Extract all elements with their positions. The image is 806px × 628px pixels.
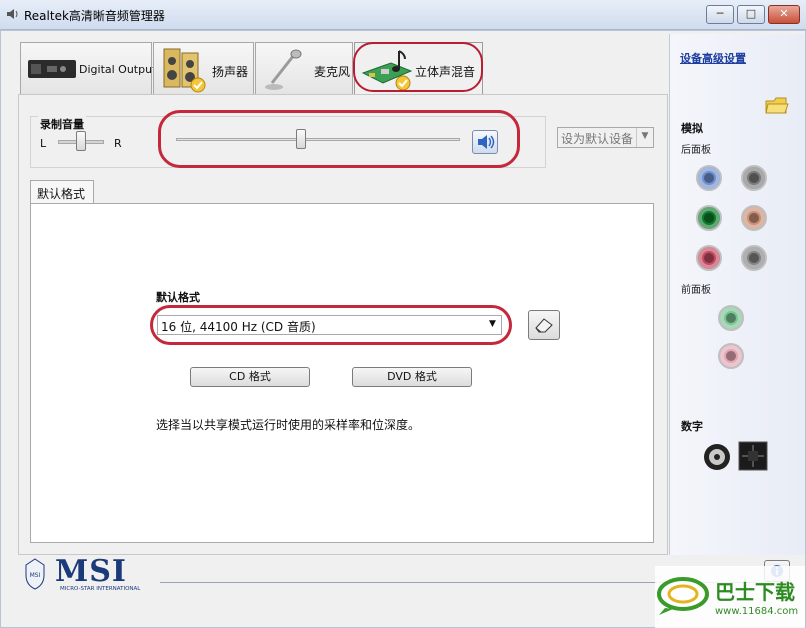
tab-digital-output[interactable]: Digital Output [20, 42, 156, 95]
digital-heading: 数字 [681, 420, 703, 433]
front-jack-green[interactable] [718, 305, 744, 331]
rear-jack-orange[interactable] [741, 205, 767, 231]
format-select-value: 16 位, 44100 Hz (CD 音质) [161, 320, 316, 334]
folder-icon[interactable] [764, 95, 790, 115]
mute-button[interactable] [472, 130, 498, 154]
analog-heading: 模拟 [681, 122, 703, 135]
rear-jack-green[interactable] [696, 205, 722, 231]
front-jack-pink[interactable] [718, 343, 744, 369]
default-format-pane [30, 203, 654, 543]
watermark-title: 巴士下载 [715, 580, 795, 604]
tab-speakers[interactable]: 扬声器 [153, 42, 254, 95]
tab-microphone[interactable]: 麦克风 [255, 42, 353, 95]
rear-jack-gray[interactable] [741, 165, 767, 191]
format-select[interactable]: 16 位, 44100 Hz (CD 音质) ▼ [157, 315, 502, 335]
default-device-label: 设为默认设备 [561, 132, 634, 146]
msi-shield-icon: MSI [25, 558, 45, 590]
chevron-down-icon: ▼ [489, 319, 496, 329]
balance-slider[interactable] [76, 131, 86, 151]
close-button[interactable]: ✕ [768, 5, 800, 24]
recording-volume-label: 录制音量 [38, 116, 86, 132]
rear-panel-label: 后面板 [681, 145, 711, 156]
balance-left-label: L [40, 137, 47, 150]
rear-jack-gray-2[interactable] [741, 245, 767, 271]
watermark-url: www.11684.com [715, 606, 799, 617]
tab-label: 麦克风 [314, 65, 351, 79]
speaker-volume-icon [478, 135, 495, 149]
advanced-settings-link[interactable]: 设备高级设置 [680, 50, 746, 66]
msi-logo-subtitle: MICRO-STAR INTERNATIONAL [60, 586, 141, 592]
highlight-oval [353, 42, 483, 92]
eraser-icon [535, 318, 553, 333]
tab-label: 默认格式 [37, 187, 86, 201]
window-title: Realtek高清晰音频管理器 [24, 9, 165, 23]
format-description: 选择当以共享模式运行时使用的采样率和位深度。 [156, 418, 421, 432]
volume-track [176, 138, 460, 141]
volume-slider[interactable] [295, 129, 306, 149]
chevron-down-icon: ▼ [636, 128, 653, 147]
watermark: 巴士下载 www.11684.com [655, 566, 805, 628]
optical-port-icon[interactable] [738, 441, 768, 471]
watermark-logo-icon [657, 577, 709, 615]
reset-format-button[interactable] [528, 310, 560, 340]
maximize-button[interactable]: □ [737, 5, 765, 24]
default-format-label: 默认格式 [156, 291, 200, 304]
cd-format-button[interactable]: CD 格式 [190, 367, 310, 387]
rear-jack-blue[interactable] [696, 165, 722, 191]
speaker-app-icon [7, 9, 18, 19]
speakers-icon [163, 48, 206, 93]
digital-output-icon [28, 60, 76, 78]
front-panel-label: 前面板 [681, 285, 711, 296]
title-bar: Realtek高清晰音频管理器 ─ □ ✕ [0, 0, 806, 30]
tab-label: Digital Output [79, 63, 157, 76]
svg-text:MSI: MSI [30, 572, 41, 579]
minimize-button[interactable]: ─ [706, 5, 734, 24]
msi-logo: MSI [55, 554, 127, 589]
recording-volume-group [30, 116, 546, 168]
tab-label: 扬声器 [212, 65, 249, 79]
tab-default-format[interactable]: 默认格式 [30, 180, 94, 204]
microphone-icon [265, 49, 302, 90]
dvd-format-button[interactable]: DVD 格式 [352, 367, 472, 387]
coaxial-port-icon[interactable] [702, 442, 732, 472]
rear-jack-pink[interactable] [696, 245, 722, 271]
balance-right-label: R [114, 137, 122, 150]
default-device-dropdown[interactable]: 设为默认设备 ▼ [557, 127, 654, 148]
